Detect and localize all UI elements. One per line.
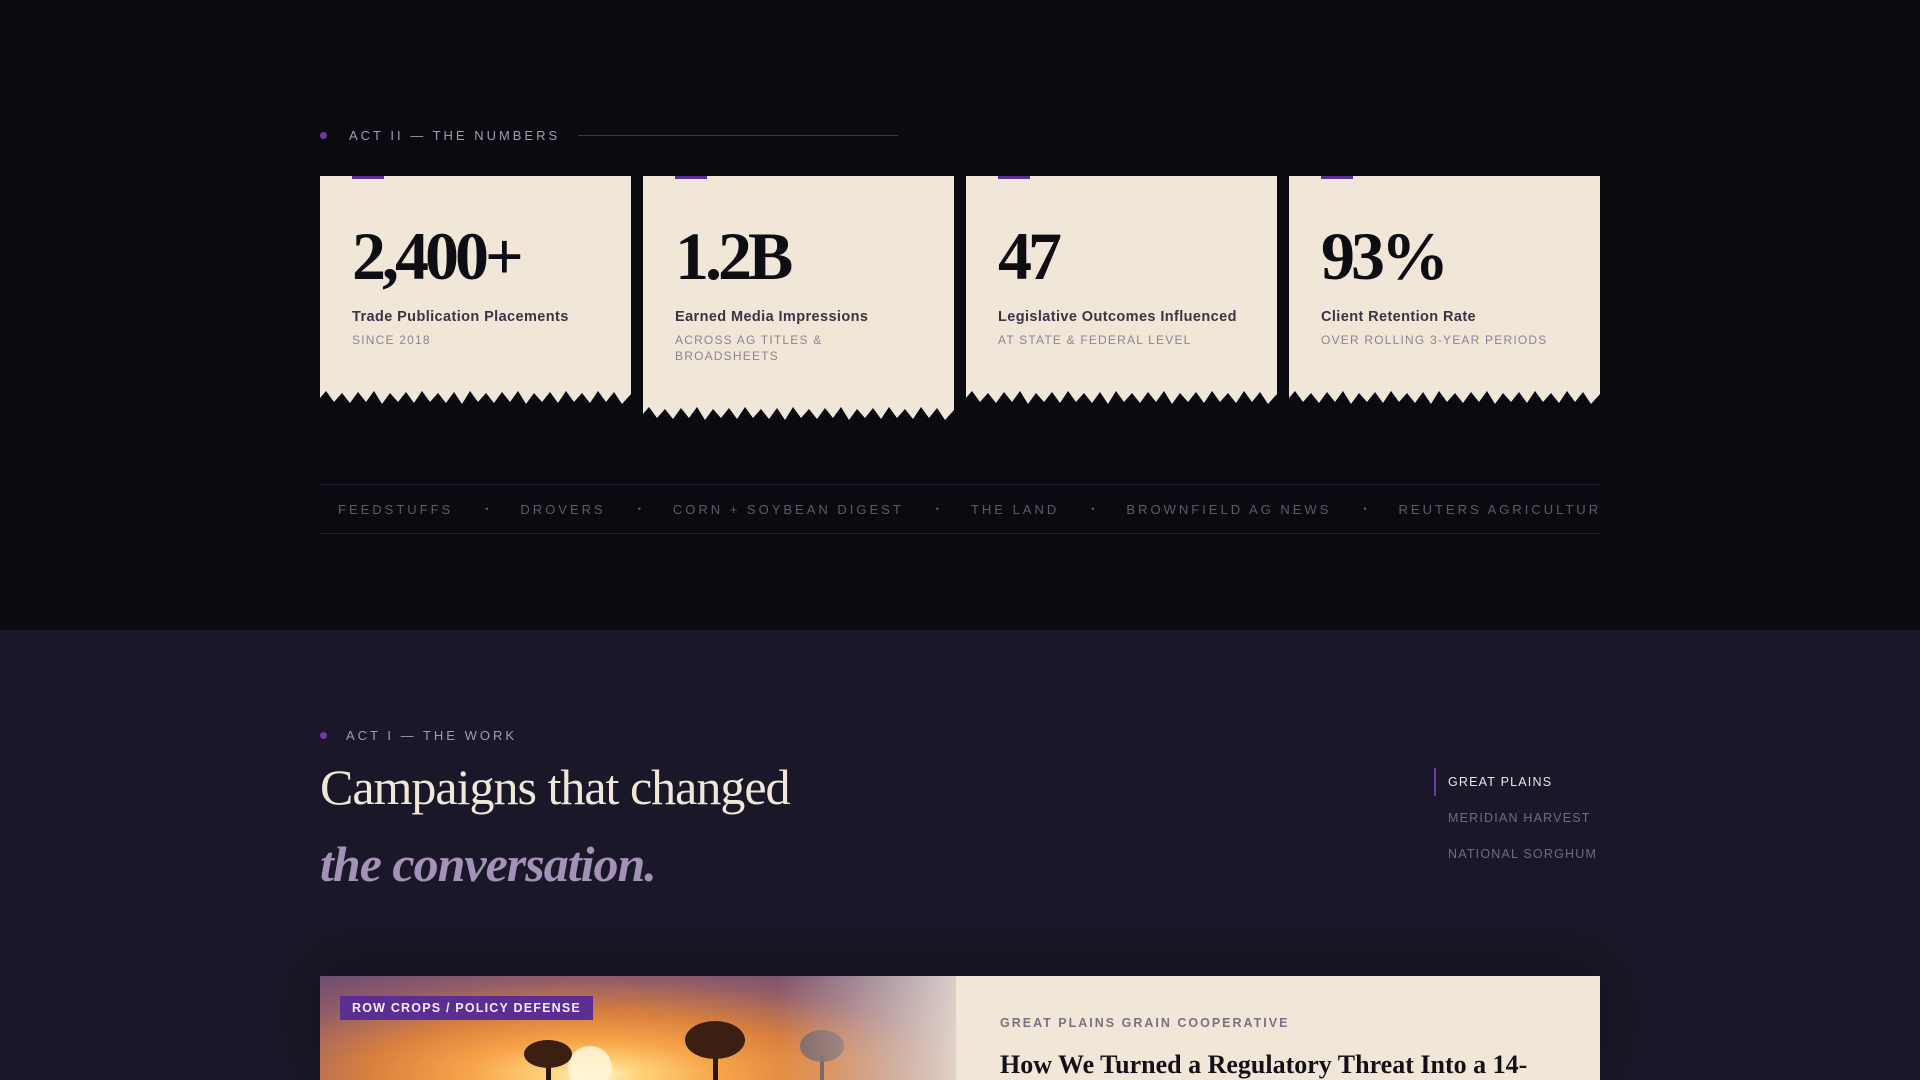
stat-card-impressions: 1.2B Earned Media Impressions ACROSS AG … (643, 176, 954, 420)
stat-value: 93% (1321, 218, 1449, 294)
bullet-dot-icon (320, 131, 327, 139)
ticker-item: DROVERS (520, 501, 606, 517)
card-accent-tab (998, 176, 1030, 179)
torn-edge (643, 402, 954, 420)
ticker-separator: • (1363, 504, 1367, 514)
stat-value: 1.2B (675, 218, 793, 294)
card-extension (643, 386, 954, 402)
publication-ticker: FEEDSTUFFS • DROVERS • CORN + SOYBEAN DI… (320, 484, 1600, 534)
torn-edge (966, 386, 1277, 404)
torn-edge (1289, 386, 1600, 404)
numbers-section: ACT II — THE NUMBERS 2,400+ Trade Public… (0, 0, 1920, 630)
ticker-separator: • (935, 504, 939, 514)
section-headline: Campaigns that changed (320, 759, 791, 815)
stat-sublabel: OVER ROLLING 3-YEAR PERIODS (1321, 333, 1548, 347)
client-nav-meridian-harvest[interactable]: MERIDIAN HARVEST (1434, 804, 1597, 840)
stat-sublabel: ACROSS AG TITLES & BROADSHEETS (675, 333, 823, 363)
ticker-separator: • (1091, 504, 1095, 514)
client-nav-great-plains[interactable]: GREAT PLAINS (1434, 768, 1597, 804)
ticker-item: BROWNFIELD AG NEWS (1126, 501, 1332, 517)
act-ii-label-text: ACT II — THE NUMBERS (349, 127, 561, 143)
ticker-item: REUTERS AGRICULTURE (1398, 501, 1600, 517)
ticker-item: FEEDSTUFFS (338, 501, 454, 517)
client-nav-national-sorghum[interactable]: NATIONAL SORGHUM (1434, 840, 1597, 876)
ticker-separator: • (485, 504, 489, 514)
ticker-item: THE LAND (970, 501, 1060, 517)
section-headline-emphasis: the conversation. (320, 836, 657, 892)
card-accent-tab (1321, 176, 1353, 179)
case-study-card[interactable]: ROW CROPS / POLICY DEFENSE GREAT PLAINS … (320, 976, 1600, 1080)
stat-value: 47 (998, 218, 1062, 294)
stat-sublabel: SINCE 2018 (352, 333, 431, 347)
ticker-item: CORN + SOYBEAN DIGEST (672, 501, 904, 517)
case-category-tag: ROW CROPS / POLICY DEFENSE (340, 996, 593, 1020)
card-accent-tab (352, 176, 384, 179)
ticker-separator: • (637, 504, 641, 514)
ticker-track: FEEDSTUFFS • DROVERS • CORN + SOYBEAN DI… (338, 485, 1600, 533)
sunset-field-trees-image: ROW CROPS / POLICY DEFENSE (320, 976, 956, 1080)
torn-edge (320, 386, 631, 404)
stat-value: 2,400+ (352, 218, 524, 294)
stat-label: Earned Media Impressions (675, 309, 869, 325)
case-client-name: GREAT PLAINS GRAIN COOPERATIVE (1000, 1016, 1290, 1030)
stat-card-retention: 93% Client Retention Rate OVER ROLLING 3… (1289, 176, 1600, 404)
tree-silhouettes (320, 976, 956, 1080)
stat-label: Client Retention Rate (1321, 309, 1477, 325)
stat-sublabel: AT STATE & FEDERAL LEVEL (998, 333, 1192, 347)
act-ii-divider (578, 134, 899, 136)
card-accent-tab (675, 176, 707, 179)
act-i-label: ACT I — THE WORK (320, 727, 518, 743)
case-title[interactable]: How We Turned a Regulatory Threat Into a… (1000, 1050, 1527, 1080)
client-nav: GREAT PLAINS MERIDIAN HARVEST NATIONAL S… (1434, 768, 1597, 876)
stat-label: Legislative Outcomes Influenced (998, 309, 1237, 325)
bullet-dot-icon (320, 731, 327, 739)
act-i-label-text: ACT I — THE WORK (346, 727, 518, 743)
stat-label: Trade Publication Placements (352, 309, 569, 325)
stat-card-placements: 2,400+ Trade Publication Placements SINC… (320, 176, 631, 404)
stat-card-legislative: 47 Legislative Outcomes Influenced AT ST… (966, 176, 1277, 404)
act-ii-label: ACT II — THE NUMBERS (320, 127, 899, 143)
